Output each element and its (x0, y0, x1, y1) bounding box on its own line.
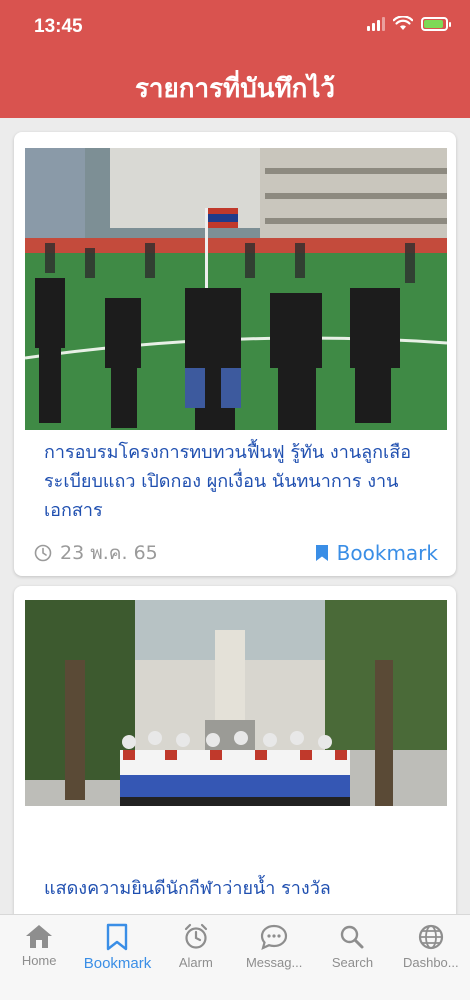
news-title[interactable]: การอบรมโครงการทบทวนฟื้นฟู รู้ทัน งานลูกเ… (44, 438, 436, 525)
bookmark-list[interactable]: การอบรมโครงการทบทวนฟื้นฟู รู้ทัน งานลูกเ… (0, 118, 470, 914)
tab-label: Dashbo... (402, 955, 459, 970)
tab-message[interactable]: Messag... (235, 915, 313, 1000)
bookmark-icon (315, 545, 328, 561)
bookmark-button[interactable]: Bookmark (315, 541, 438, 565)
tab-label: Messag... (245, 955, 303, 970)
tab-alarm[interactable]: Alarm (157, 915, 235, 1000)
status-icons (367, 16, 451, 31)
status-bar: 13:45 (0, 0, 470, 54)
clock-icon (34, 544, 52, 562)
bookmark-label: Bookmark (336, 541, 438, 565)
tab-label: Bookmark (83, 955, 152, 972)
tab-search[interactable]: Search (313, 915, 391, 1000)
tab-home[interactable]: Home (0, 915, 78, 1000)
page-title: รายการที่บันทึกไว้ (134, 74, 336, 104)
news-card[interactable]: แสดงความยินดีนักกีฬาว่ายน้ำ รางวัล (14, 586, 456, 914)
tab-dashboard[interactable]: Dashbo... (392, 915, 470, 1000)
news-photo (25, 148, 447, 430)
tab-label: Search (331, 955, 374, 970)
search-icon (341, 925, 364, 949)
wifi-icon (393, 16, 413, 30)
home-icon (26, 925, 53, 948)
signal-icon (367, 16, 385, 31)
tab-bookmark[interactable]: Bookmark (78, 915, 156, 1000)
alarm-icon (184, 923, 207, 949)
bookmark-icon (107, 923, 128, 951)
news-date-text: 23 พ.ค. 65 (60, 542, 158, 564)
tab-label: Home (21, 953, 57, 968)
news-photo (25, 600, 447, 806)
status-time: 13:45 (34, 16, 83, 37)
tab-bar: Home Bookmark Alarm Messag... Search Das… (0, 914, 470, 1000)
card-footer: 23 พ.ค. 65 Bookmark (34, 538, 438, 568)
message-icon (261, 924, 288, 951)
globe-icon (418, 924, 443, 950)
tab-label: Alarm (178, 955, 213, 970)
news-title[interactable]: แสดงความยินดีนักกีฬาว่ายน้ำ รางวัล (44, 874, 436, 903)
battery-icon (421, 16, 451, 31)
news-date: 23 พ.ค. 65 (34, 538, 158, 568)
news-card[interactable]: การอบรมโครงการทบทวนฟื้นฟู รู้ทัน งานลูกเ… (14, 132, 456, 576)
app-header: 13:45 รายการที่บันทึกไว้ (0, 0, 470, 118)
